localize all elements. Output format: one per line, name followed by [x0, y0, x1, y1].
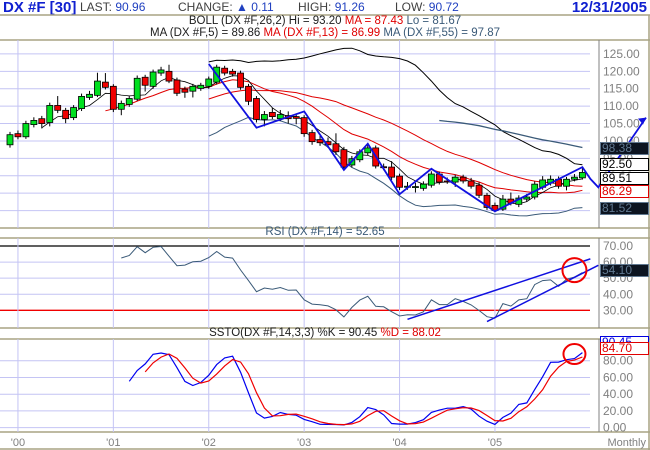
ssto-tick-label: 40.00	[603, 387, 633, 401]
candle-body	[412, 186, 419, 188]
candle-body	[245, 85, 252, 102]
candle-body	[396, 175, 403, 188]
candle-body	[237, 72, 244, 88]
candle-body	[197, 84, 205, 89]
ssto-legend: SSTO(DX #F,14,3,3) %K = 90.45 %D = 88.02	[0, 327, 650, 340]
candle-body	[340, 149, 348, 168]
x-tick-label: '03	[297, 437, 311, 449]
candle-body	[62, 109, 70, 120]
rsi-tick-label: 30.00	[603, 303, 633, 317]
price-tick-label: 120.00	[603, 64, 640, 78]
candle-body	[316, 139, 324, 144]
candle-body	[6, 134, 14, 146]
ma-legend: MA (DX #F,5) = 89.86 MA (DX #F,13) = 86.…	[0, 27, 650, 40]
ma13-value-box: 86.29	[600, 185, 649, 198]
candle-body	[268, 112, 276, 117]
candle-body	[54, 105, 62, 111]
periodicity-label: Monthly	[607, 437, 646, 449]
candle-body	[332, 143, 340, 153]
ssto-k-label: SSTO(DX #F,14,3,3) %K = 90.45	[209, 327, 378, 339]
candle-body	[22, 123, 30, 138]
ssto-tick-label: 60.00	[603, 370, 633, 384]
candle-body	[181, 88, 189, 93]
price-tick-label: 105.00	[603, 117, 640, 131]
rsi-legend: RSI (DX #F,14) = 52.65	[0, 226, 650, 239]
chart-canvas: 125.00120.00115.00110.00105.00100.0095.0…	[0, 14, 650, 450]
candle-body	[30, 120, 38, 126]
ssto-k-line	[128, 352, 583, 426]
candle-body	[157, 69, 165, 74]
candle-body	[102, 81, 109, 88]
candle-body	[14, 133, 22, 138]
boll-ma-label: MA = 87.43	[344, 15, 404, 27]
candle-body	[189, 85, 197, 92]
boll-hi-value-box: 98.38	[600, 142, 649, 155]
candle-body	[173, 79, 181, 94]
candle-body	[221, 67, 229, 74]
ssto-tick-label: 20.00	[603, 404, 633, 418]
candle-body	[571, 176, 578, 180]
ssto-d-value-box: 84.70	[600, 342, 649, 355]
price-tick-label: 110.00	[603, 99, 639, 113]
candle-body	[292, 116, 300, 119]
x-tick-label: '00	[11, 437, 25, 449]
candle-body	[427, 173, 435, 186]
boll-lo-label: Lo = 81.67	[406, 15, 462, 27]
boll-hi-label: BOLL (DX #F,26,2) Hi = 93.20	[188, 15, 342, 27]
price-tick-label: 115.00	[603, 82, 639, 96]
candle-body	[459, 176, 467, 182]
candle-body	[38, 118, 46, 124]
ssto-d-line	[144, 353, 583, 426]
boll-lo-value-box: 81.52	[600, 202, 649, 215]
candle-body	[308, 132, 316, 143]
ma5-value-box: 92.50	[600, 158, 649, 171]
candle-body	[563, 178, 570, 187]
candle-body	[141, 76, 149, 86]
candle-body	[579, 172, 586, 179]
rsi-tick-label: 40.00	[603, 287, 633, 301]
rsi-tick-label: 70.00	[603, 239, 633, 253]
candle-body	[109, 85, 117, 110]
ssto-tick-label: 0.00	[603, 421, 627, 435]
candle-body	[78, 96, 85, 109]
rsi-value-box: 54.10	[600, 264, 649, 277]
candle-body	[125, 98, 133, 105]
candle-body	[253, 98, 260, 120]
price-tick-label: 125.00	[603, 47, 640, 61]
x-tick-label: '05	[488, 437, 502, 449]
rsi-label: RSI (DX #F,14) = 52.65	[265, 226, 385, 238]
rsi-trendline	[486, 264, 599, 323]
ssto-d-label: %D = 88.02	[380, 327, 441, 339]
candle-body	[133, 77, 141, 100]
ma55-label: MA (DX #F,55) = 97.87	[383, 27, 500, 39]
candle-body	[475, 184, 483, 196]
x-tick-label: '02	[202, 437, 216, 449]
candle-body	[165, 70, 173, 82]
bollinger-middle-line	[208, 89, 583, 187]
candle-body	[46, 105, 54, 123]
candle-body	[117, 102, 125, 110]
candle-body	[94, 80, 101, 96]
candle-body	[300, 117, 308, 135]
x-tick-label: '01	[106, 437, 120, 449]
candle-body	[260, 114, 268, 120]
candle-body	[70, 107, 77, 119]
candle-body	[86, 93, 93, 98]
ssto-tick-label: 80.00	[603, 354, 633, 368]
wave-zigzag-line	[208, 63, 647, 213]
candle-body	[205, 78, 213, 87]
candle-body	[523, 196, 531, 200]
candle-body	[451, 176, 459, 183]
candle-body	[388, 166, 396, 178]
candle-body	[229, 70, 237, 75]
ma13-label: MA (DX #F,13) = 86.99	[263, 27, 381, 39]
ma5-label: MA (DX #F,5) = 89.86	[149, 27, 261, 39]
rsi-line	[121, 245, 583, 319]
ma55-line	[439, 119, 583, 149]
candle-body	[364, 147, 372, 154]
candle-body	[149, 71, 157, 87]
candle-body	[419, 183, 427, 189]
candle-body	[467, 180, 475, 187]
x-tick-label: '04	[392, 437, 406, 449]
